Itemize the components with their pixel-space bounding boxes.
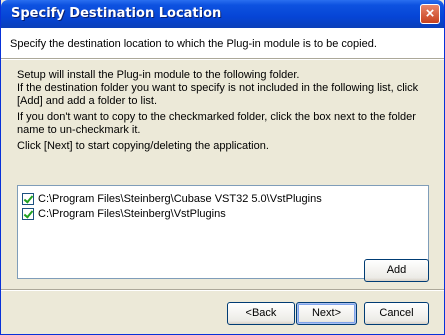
close-icon: × bbox=[425, 5, 435, 22]
back-button[interactable]: <Back bbox=[227, 302, 295, 325]
uncheck-info-text: If you don't want to copy to the checkma… bbox=[17, 111, 416, 136]
add-button[interactable]: Add bbox=[364, 259, 429, 282]
add-info-text: If the destination folder you want to sp… bbox=[17, 82, 419, 107]
dialog-window: Specify Destination Location × Specify t… bbox=[0, 0, 445, 335]
window-title: Specify Destination Location bbox=[11, 6, 222, 21]
cancel-button[interactable]: Cancel bbox=[364, 302, 429, 325]
folder-checkbox[interactable] bbox=[22, 193, 34, 205]
folder-item[interactable]: C:\Program Files\Steinberg\VstPlugins bbox=[22, 206, 226, 222]
title-bar[interactable]: Specify Destination Location × bbox=[1, 0, 444, 28]
setup-text: Setup will install the Plug-in module to… bbox=[17, 69, 300, 81]
header-text: Specify the destination location to whic… bbox=[10, 38, 377, 50]
next-info-text: Click [Next] to start copying/deleting t… bbox=[17, 140, 269, 152]
divider bbox=[1, 289, 444, 291]
folder-path: C:\Program Files\Steinberg\Cubase VST32 … bbox=[38, 193, 322, 205]
next-button[interactable]: Next> bbox=[296, 302, 357, 325]
folder-checkbox[interactable] bbox=[22, 208, 34, 220]
folder-item[interactable]: C:\Program Files\Steinberg\Cubase VST32 … bbox=[22, 191, 322, 207]
header-panel: Specify the destination location to whic… bbox=[1, 28, 444, 59]
folder-path: C:\Program Files\Steinberg\VstPlugins bbox=[38, 208, 226, 220]
close-button[interactable]: × bbox=[420, 4, 440, 24]
